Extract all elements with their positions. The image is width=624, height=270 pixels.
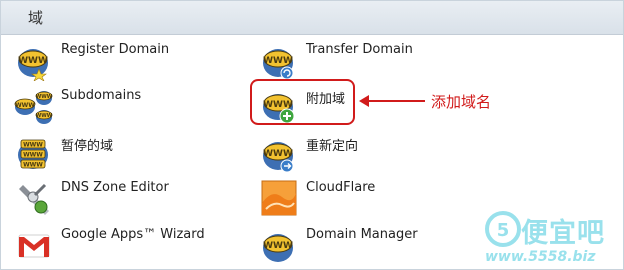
svg-text:WWW: WWW <box>23 142 43 149</box>
dns-zone-editor-link[interactable]: DNS Zone Editor <box>15 179 235 219</box>
domain-manager-link[interactable]: WWW Domain Manager <box>260 226 480 266</box>
register-domain-label: Register Domain <box>61 42 170 57</box>
svg-text:WWW: WWW <box>36 94 53 100</box>
svg-text:WWW: WWW <box>263 56 293 66</box>
google-apps-wizard-link[interactable]: Google Apps™ Wizard <box>15 226 235 266</box>
svg-text:WWW: WWW <box>263 149 293 159</box>
cloudflare-icon <box>261 180 297 216</box>
annotation-arrow-icon <box>359 95 425 107</box>
svg-text:WWW: WWW <box>15 102 35 109</box>
svg-text:WWW: WWW <box>23 162 43 169</box>
transfer-domain-link[interactable]: WWW Transfer Domain <box>260 41 480 81</box>
svg-text:WWW: WWW <box>263 241 293 251</box>
addon-domain-highlight-box <box>250 79 355 125</box>
subdomains-link[interactable]: WWW WWW WWW Subdomains <box>11 87 231 127</box>
svg-text:WWW: WWW <box>18 56 48 66</box>
dns-zone-editor-label: DNS Zone Editor <box>61 180 169 195</box>
transfer-domain-label: Transfer Domain <box>306 42 413 57</box>
domain-manager-label: Domain Manager <box>306 227 418 242</box>
watermark-url: www.5558.biz <box>485 249 596 265</box>
gmail-icon <box>18 234 50 258</box>
domains-panel: 域 WWW Register Domain WWW Transfer Domai… <box>0 0 624 270</box>
redirects-label: 重新定向 <box>306 139 359 154</box>
svg-text:WWW: WWW <box>36 113 53 119</box>
watermark-title: 便宜吧 <box>521 218 605 249</box>
panel-title: 域 <box>28 9 44 27</box>
subdomains-label: Subdomains <box>61 88 142 103</box>
cloudflare-label: CloudFlare <box>306 180 376 195</box>
www-stack-icon: WWW WWW WWW <box>18 139 48 169</box>
svg-text:5: 5 <box>497 220 510 241</box>
www-multiple-icon: WWW WWW WWW <box>14 91 53 124</box>
svg-text:WWW: WWW <box>23 152 43 159</box>
watermark: 5 便宜吧 www.5558.biz <box>485 209 623 269</box>
google-apps-wizard-label: Google Apps™ Wizard <box>61 227 205 242</box>
redirects-link[interactable]: WWW 重新定向 <box>260 134 480 174</box>
www-manager-icon: WWW <box>263 234 293 262</box>
cloudflare-link[interactable]: CloudFlare <box>260 179 480 219</box>
www-redirect-icon: WWW <box>263 142 294 173</box>
parked-domains-link[interactable]: WWW WWW WWW 暂停的域 <box>15 134 235 174</box>
parked-domains-label: 暂停的域 <box>61 139 114 154</box>
www-star-icon: WWW <box>18 49 48 81</box>
register-domain-link[interactable]: WWW Register Domain <box>15 41 235 81</box>
www-refresh-icon: WWW <box>263 49 294 80</box>
annotation-text: 添加域名 <box>431 93 492 111</box>
watermark-logo-icon: 5 <box>485 211 521 247</box>
panel-header: 域 <box>1 1 623 35</box>
dns-tools-icon <box>19 183 49 215</box>
